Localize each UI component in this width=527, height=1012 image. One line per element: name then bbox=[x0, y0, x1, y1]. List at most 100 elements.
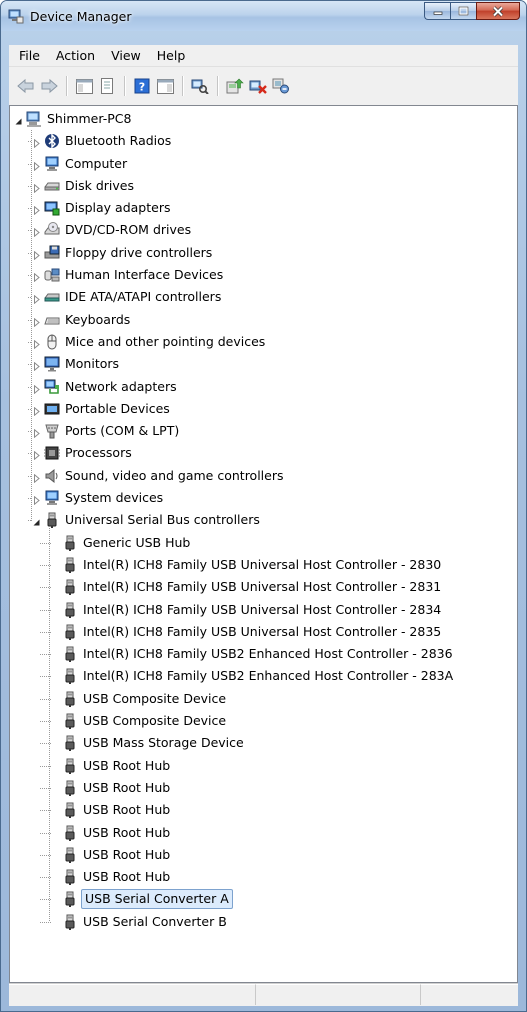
menu-action[interactable]: Action bbox=[48, 45, 103, 66]
tree-category-item[interactable]: Mice and other pointing devices bbox=[10, 331, 517, 353]
expand-arrow-icon[interactable] bbox=[32, 494, 41, 506]
expand-arrow-icon[interactable] bbox=[32, 316, 41, 327]
expand-arrow-icon[interactable] bbox=[32, 271, 41, 283]
expand-arrow-icon[interactable] bbox=[32, 360, 41, 372]
expand-arrow-icon[interactable] bbox=[32, 338, 41, 350]
computer-name-label: Shimmer-PC8 bbox=[47, 111, 132, 126]
expand-arrow-icon[interactable] bbox=[32, 160, 41, 171]
usb-device-item[interactable]: Intel(R) ICH8 Family USB2 Enhanced Host … bbox=[10, 643, 517, 665]
device-label: Intel(R) ICH8 Family USB Universal Host … bbox=[83, 579, 442, 595]
show-hide-console-tree-button[interactable] bbox=[73, 75, 95, 97]
menu-view[interactable]: View bbox=[103, 45, 149, 66]
usb-device-item[interactable]: USB Root Hub bbox=[10, 822, 517, 844]
category-label: Ports (COM & LPT) bbox=[65, 423, 180, 439]
expand-arrow-icon[interactable] bbox=[32, 137, 41, 149]
menu-file[interactable]: File bbox=[11, 45, 48, 66]
tree-category-item[interactable]: Human Interface Devices bbox=[10, 264, 517, 286]
expand-arrow-icon[interactable] bbox=[32, 449, 41, 461]
category-label: DVD/CD-ROM drives bbox=[65, 222, 192, 238]
toolbar: ? bbox=[9, 67, 518, 106]
tree-category-item[interactable]: Bluetooth Radios bbox=[10, 130, 517, 152]
tree-category-item[interactable]: Processors bbox=[10, 442, 517, 464]
ide-controller-icon bbox=[44, 289, 60, 305]
usb-device-item[interactable]: Intel(R) ICH8 Family USB Universal Host … bbox=[10, 554, 517, 576]
expand-arrow-icon[interactable] bbox=[32, 204, 41, 216]
expand-arrow-icon[interactable] bbox=[32, 383, 41, 394]
tree-category-item[interactable]: Network adapters bbox=[10, 376, 517, 398]
usb-connector-icon bbox=[62, 646, 78, 663]
minimize-button[interactable] bbox=[424, 2, 450, 20]
usb-device-item[interactable]: USB Composite Device bbox=[10, 688, 517, 710]
usb-device-item[interactable]: USB Root Hub bbox=[10, 755, 517, 777]
processor-icon bbox=[44, 445, 60, 461]
tree-node-root[interactable]: Shimmer-PC8 bbox=[10, 108, 517, 130]
disable-device-button[interactable] bbox=[270, 75, 292, 97]
tree-category-item[interactable]: Ports (COM & LPT) bbox=[10, 420, 517, 442]
maximize-icon bbox=[458, 6, 469, 16]
minimize-icon bbox=[433, 11, 442, 15]
close-button[interactable] bbox=[476, 2, 520, 20]
tree-category-item[interactable]: Monitors bbox=[10, 353, 517, 375]
tree-category-item[interactable]: IDE ATA/ATAPI controllers bbox=[10, 286, 517, 308]
expand-arrow-icon[interactable] bbox=[32, 427, 41, 439]
tree-category-item[interactable]: Display adapters bbox=[10, 197, 517, 219]
usb-device-item[interactable]: USB Root Hub bbox=[10, 844, 517, 866]
usb-device-item[interactable]: Generic USB Hub bbox=[10, 532, 517, 554]
keyboard-icon bbox=[44, 312, 60, 328]
forward-button[interactable] bbox=[38, 75, 60, 97]
usb-device-item[interactable]: USB Serial Converter A bbox=[10, 888, 517, 910]
device-label: USB Root Hub bbox=[83, 802, 171, 818]
tree-category-usb[interactable]: Universal Serial Bus controllers bbox=[10, 509, 517, 531]
usb-device-item[interactable]: Intel(R) ICH8 Family USB Universal Host … bbox=[10, 621, 517, 643]
expand-arrow-icon[interactable] bbox=[32, 249, 41, 261]
port-icon bbox=[44, 423, 60, 439]
help-button[interactable]: ? bbox=[131, 75, 153, 97]
category-label: Keyboards bbox=[65, 311, 131, 327]
tree-category-item[interactable]: Sound, video and game controllers bbox=[10, 465, 517, 487]
network-adapter-icon bbox=[44, 379, 60, 395]
usb-device-item[interactable]: Intel(R) ICH8 Family USB Universal Host … bbox=[10, 576, 517, 598]
device-tree-panel[interactable]: Shimmer-PC8 Bluetooth Radios Computer Disk … bbox=[9, 105, 518, 983]
expand-arrow-icon[interactable] bbox=[32, 226, 41, 238]
scan-hardware-button[interactable] bbox=[189, 75, 211, 97]
usb-device-item[interactable]: USB Composite Device bbox=[10, 710, 517, 732]
back-button[interactable] bbox=[15, 75, 37, 97]
uninstall-button[interactable] bbox=[247, 75, 269, 97]
update-driver-button[interactable] bbox=[224, 75, 246, 97]
usb-device-item[interactable]: USB Root Hub bbox=[10, 777, 517, 799]
tree-category-item[interactable]: Computer bbox=[10, 153, 517, 175]
collapse-arrow-icon[interactable] bbox=[32, 516, 41, 526]
tree-category-item[interactable]: Floppy drive controllers bbox=[10, 242, 517, 264]
menu-help[interactable]: Help bbox=[149, 45, 194, 66]
device-label: Intel(R) ICH8 Family USB Universal Host … bbox=[83, 556, 442, 572]
tree-category-item[interactable]: System devices bbox=[10, 487, 517, 509]
tree-connector-line bbox=[40, 787, 52, 789]
maximize-button[interactable] bbox=[450, 2, 476, 20]
category-label: Universal Serial Bus controllers bbox=[65, 512, 260, 528]
status-bar bbox=[9, 983, 518, 1006]
expand-arrow-icon[interactable] bbox=[32, 293, 41, 305]
show-hide-action-pane-button[interactable] bbox=[154, 75, 176, 97]
tree-connector-line bbox=[40, 676, 52, 678]
properties-button[interactable] bbox=[96, 75, 118, 97]
expand-arrow-icon[interactable] bbox=[32, 405, 41, 417]
tree-category-item[interactable]: Disk drives bbox=[10, 175, 517, 197]
hid-icon bbox=[44, 267, 60, 283]
usb-device-item[interactable]: Intel(R) ICH8 Family USB2 Enhanced Host … bbox=[10, 665, 517, 687]
tree-category-item[interactable]: Portable Devices bbox=[10, 398, 517, 420]
title-bar[interactable]: Device Manager bbox=[1, 1, 526, 31]
expand-arrow-icon[interactable] bbox=[32, 472, 41, 484]
tree-category-item[interactable]: Keyboards bbox=[10, 309, 517, 331]
device-label: USB Mass Storage Device bbox=[83, 735, 244, 751]
usb-device-item[interactable]: USB Mass Storage Device bbox=[10, 732, 517, 754]
usb-device-item[interactable]: USB Root Hub bbox=[10, 799, 517, 821]
collapse-arrow-icon[interactable] bbox=[14, 115, 23, 125]
usb-device-item[interactable]: USB Serial Converter B bbox=[10, 911, 517, 933]
usb-connector-icon bbox=[62, 891, 78, 908]
device-tree[interactable]: Shimmer-PC8 Bluetooth Radios Computer Disk … bbox=[10, 108, 517, 933]
usb-device-item[interactable]: Intel(R) ICH8 Family USB Universal Host … bbox=[10, 599, 517, 621]
device-label: USB Root Hub bbox=[83, 779, 171, 795]
expand-arrow-icon[interactable] bbox=[32, 182, 41, 194]
tree-category-item[interactable]: DVD/CD-ROM drives bbox=[10, 219, 517, 241]
usb-device-item[interactable]: USB Root Hub bbox=[10, 866, 517, 888]
